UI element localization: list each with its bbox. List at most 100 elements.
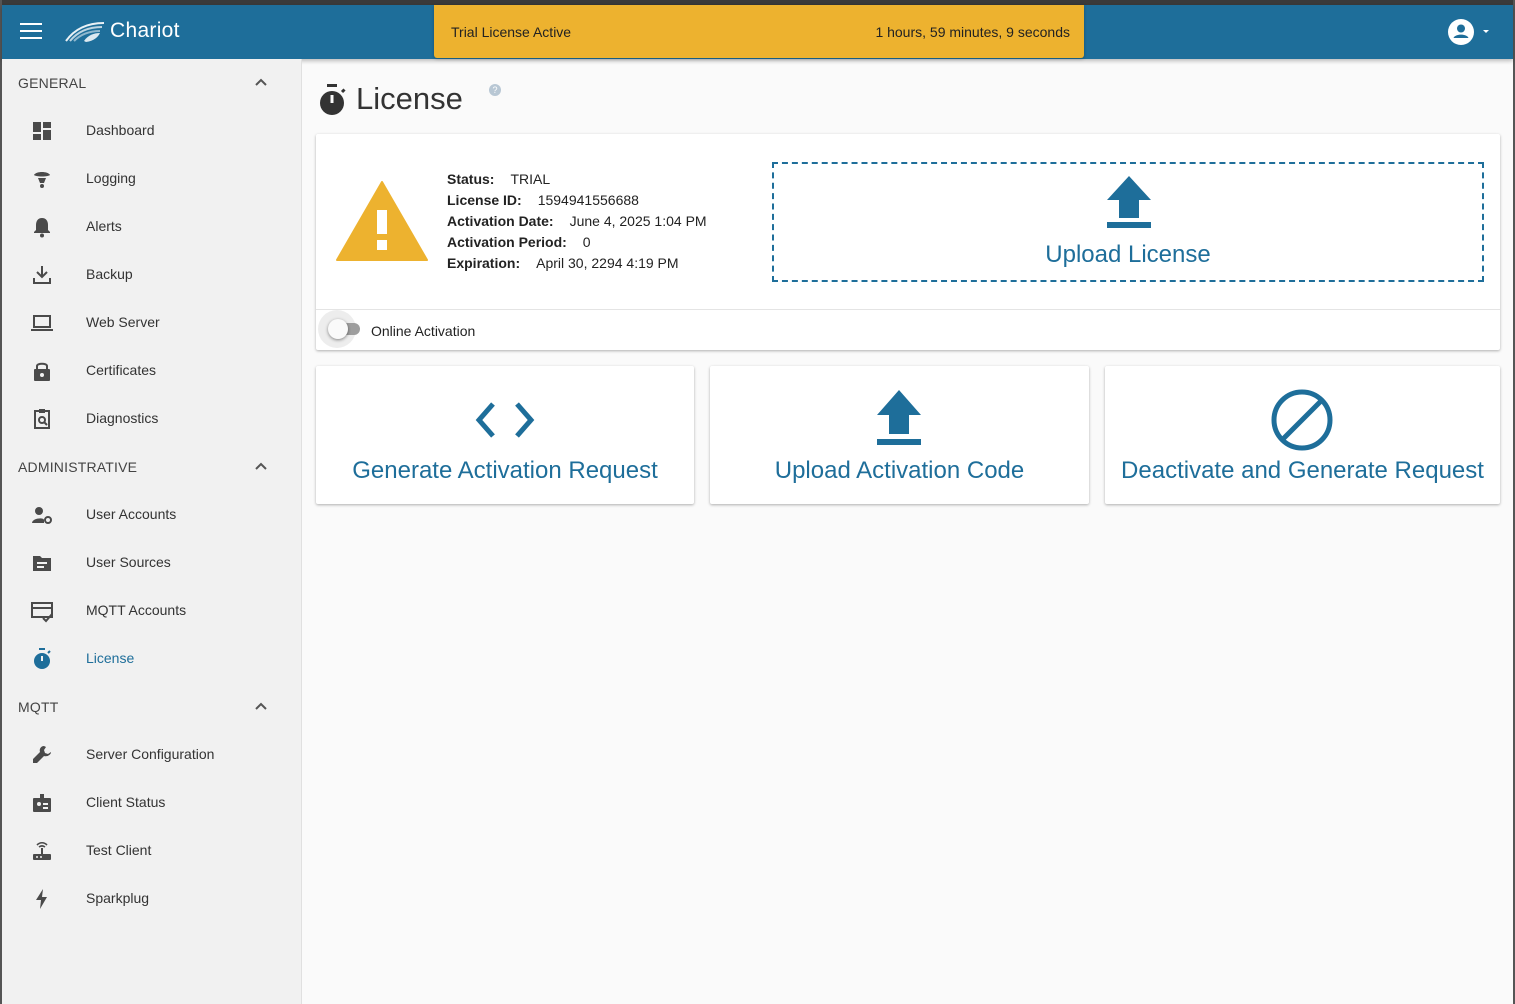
code-icon — [475, 402, 535, 438]
trial-license-banner: Trial License Active 1 hours, 59 minutes… — [434, 5, 1084, 58]
online-activation-toggle[interactable] — [328, 319, 348, 339]
app-title: Chariot — [110, 19, 180, 42]
status-label: Status: — [447, 171, 495, 187]
generate-activation-request-button[interactable]: Generate Activation Request — [316, 366, 694, 504]
dashboard-icon — [33, 122, 51, 140]
status-row: Status: TRIAL — [447, 171, 707, 192]
card-check-icon — [31, 602, 53, 623]
laptop-icon — [31, 315, 53, 331]
sidebar-item-user-accounts[interactable]: User Accounts — [2, 491, 302, 539]
sidebar-item-diagnostics[interactable]: Diagnostics — [2, 395, 302, 443]
sidebar-item-label: Diagnostics — [86, 410, 159, 426]
sidebar-item-label: Alerts — [86, 218, 122, 234]
sidebar-item-label: Test Client — [86, 842, 152, 858]
section-general-title: GENERAL — [18, 75, 87, 91]
sidebar-item-label: Backup — [86, 266, 133, 282]
activation-period-label: Activation Period: — [447, 234, 567, 250]
upload-icon — [877, 390, 921, 445]
upload-activation-code-button[interactable]: Upload Activation Code — [710, 366, 1089, 504]
sidebar-item-label: Client Status — [86, 794, 166, 810]
top-app-bar: Chariot Trial License Active 1 hours, 59… — [2, 5, 1513, 59]
sidebar-item-sparkplug[interactable]: Sparkplug — [2, 875, 302, 923]
menu-icon[interactable] — [20, 23, 42, 41]
logging-icon — [34, 172, 50, 188]
sidebar-item-label: Certificates — [86, 362, 157, 378]
sidebar-item-label: User Sources — [86, 554, 171, 570]
trial-countdown-timer: 1 hours, 59 minutes, 9 seconds — [875, 24, 1070, 40]
activation-date-value: June 4, 2025 1:04 PM — [569, 213, 707, 229]
activation-period-row: Activation Period: 0 — [447, 234, 707, 255]
activation-date-label: Activation Date: — [447, 213, 554, 229]
account-menu-button[interactable] — [1447, 18, 1495, 46]
chariot-logo-icon — [65, 22, 105, 42]
download-icon — [33, 266, 51, 284]
sidebar-item-server-configuration[interactable]: Server Configuration — [2, 731, 302, 779]
sidebar-item-test-client[interactable]: Test Client — [2, 827, 302, 875]
bell-icon — [34, 218, 50, 238]
block-icon — [1271, 389, 1333, 451]
sidebar-item-label: Web Server — [86, 314, 160, 330]
sidebar-item-alerts[interactable]: Alerts — [2, 203, 302, 251]
expiration-label: Expiration: — [447, 255, 521, 271]
generate-activation-request-label: Generate Activation Request — [352, 457, 658, 484]
help-icon[interactable]: ? — [489, 84, 501, 96]
sidebar-item-label: MQTT Accounts — [86, 602, 187, 618]
sidebar-item-label: User Accounts — [86, 506, 177, 522]
main-content: License ? Status: TRIAL License ID: 159494… — [303, 59, 1513, 1004]
folder-icon — [33, 556, 51, 571]
warning-icon — [336, 181, 428, 261]
svg-text:?: ? — [492, 85, 497, 95]
status-value: TRIAL — [510, 171, 551, 187]
section-administrative-header[interactable]: ADMINISTRATIVE — [2, 443, 302, 491]
sidebar-nav: GENERAL Dashboard Logging Alerts Backup — [2, 59, 302, 1004]
upload-icon — [1107, 176, 1151, 228]
sidebar-item-license[interactable]: License — [2, 635, 302, 683]
sidebar-item-label: Sparkplug — [86, 890, 150, 906]
license-id-value: 1594941556688 — [537, 192, 639, 208]
sidebar-item-label: License — [86, 650, 135, 666]
sidebar-item-web-server[interactable]: Web Server — [2, 299, 302, 347]
expiration-value: April 30, 2294 4:19 PM — [536, 255, 679, 271]
deactivate-and-generate-request-button[interactable]: Deactivate and Generate Request — [1105, 366, 1500, 504]
bolt-icon — [36, 889, 47, 909]
license-id-label: License ID: — [447, 192, 522, 208]
router-icon — [33, 841, 51, 860]
sidebar-item-label: Server Configuration — [86, 746, 215, 762]
timer-icon — [320, 84, 346, 115]
sidebar-item-label: Logging — [86, 170, 136, 186]
sidebar-item-label: Dashboard — [86, 122, 155, 138]
section-general-header[interactable]: GENERAL — [2, 59, 302, 107]
online-activation-label: Online Activation — [371, 323, 476, 339]
sidebar-item-client-status[interactable]: Client Status — [2, 779, 302, 827]
sidebar-item-user-sources[interactable]: User Sources — [2, 539, 302, 587]
upload-license-dropzone[interactable]: Upload License — [772, 162, 1484, 282]
sidebar-item-backup[interactable]: Backup — [2, 251, 302, 299]
section-mqtt-header[interactable]: MQTT — [2, 683, 302, 731]
chevron-up-icon — [255, 702, 267, 710]
sidebar-item-certificates[interactable]: Certificates — [2, 347, 302, 395]
timer-icon — [34, 648, 51, 669]
deactivate-and-generate-request-label: Deactivate and Generate Request — [1121, 457, 1484, 484]
user-gear-icon — [32, 507, 52, 524]
expiration-row: Expiration: April 30, 2294 4:19 PM — [447, 255, 707, 276]
chevron-up-icon — [255, 462, 267, 470]
wrench-icon — [33, 746, 51, 763]
chevron-up-icon — [255, 78, 267, 86]
clipboard-search-icon — [34, 409, 50, 429]
page-title: License — [356, 81, 463, 116]
license-info-card: Status: TRIAL License ID: 1594941556688 Ac… — [316, 134, 1500, 350]
lock-icon — [34, 362, 50, 381]
section-administrative-title: ADMINISTRATIVE — [18, 459, 138, 475]
badge-icon — [33, 794, 51, 812]
license-details: Status: TRIAL License ID: 1594941556688 Ac… — [447, 171, 707, 276]
activation-period-value: 0 — [582, 234, 591, 250]
activation-date-row: Activation Date: June 4, 2025 1:04 PM — [447, 213, 707, 234]
sidebar-item-mqtt-accounts[interactable]: MQTT Accounts — [2, 587, 302, 635]
license-id-row: License ID: 1594941556688 — [447, 192, 707, 213]
online-activation-toggle-row: Online Activation — [316, 310, 1500, 350]
upload-activation-code-label: Upload Activation Code — [774, 457, 1025, 484]
sidebar-item-logging[interactable]: Logging — [2, 155, 302, 203]
section-mqtt-title: MQTT — [18, 699, 59, 715]
sidebar-item-dashboard[interactable]: Dashboard — [2, 107, 302, 155]
trial-banner-text: Trial License Active — [451, 24, 572, 40]
